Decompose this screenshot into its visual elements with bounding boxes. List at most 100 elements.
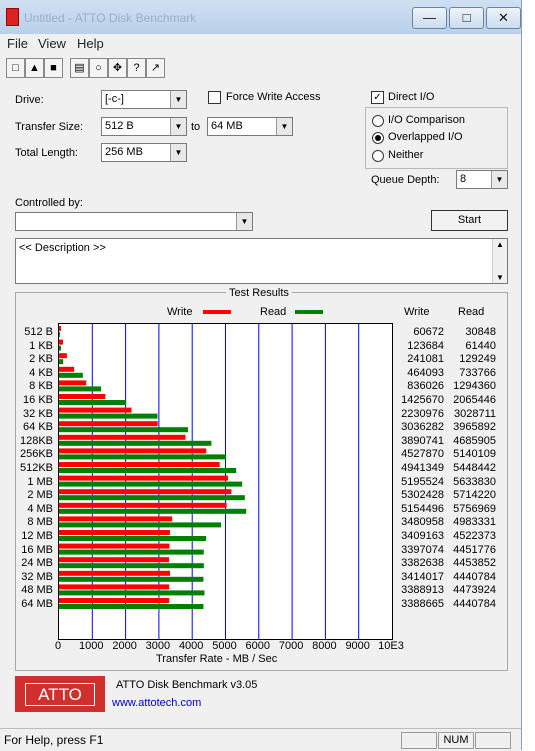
total-length-select[interactable]: 256 MB ▼ [101, 143, 187, 162]
read-bar [59, 495, 245, 501]
read-bar [59, 400, 127, 405]
read-value: 61440 [465, 339, 496, 352]
force-write-access-label: Force Write Access [226, 91, 321, 103]
minimize-icon: — [423, 10, 436, 25]
overlapped-io-label: Overlapped I/O [388, 131, 463, 143]
neither-radio[interactable] [372, 150, 384, 162]
write-value: 3397074 [401, 543, 444, 556]
category-label: 1 KB [29, 339, 53, 352]
help-icon[interactable]: ? [127, 58, 146, 78]
num-indicator: NUM [438, 732, 474, 749]
context-help-icon[interactable]: ↗ [146, 58, 165, 78]
minimize-button[interactable]: — [412, 7, 447, 29]
read-value: 5140109 [453, 448, 496, 461]
write-value: 836026 [407, 380, 444, 393]
description-box[interactable]: << Description >> ▲ ▼ [15, 238, 508, 284]
read-value: 4685905 [453, 434, 496, 447]
atto-logo-text: ATTO [25, 683, 95, 706]
test-results-title: Test Results [226, 287, 292, 299]
transfer-size-from-select[interactable]: 512 B ▼ [101, 117, 187, 136]
scroll-down-icon[interactable]: ▼ [496, 273, 504, 282]
menu-view[interactable]: View [38, 36, 66, 51]
write-legend-label: Write [167, 306, 193, 318]
write-value: 5154496 [401, 502, 444, 515]
read-value: 2065446 [453, 394, 496, 406]
read-bar [59, 536, 207, 541]
category-label: 4 KB [29, 366, 53, 379]
category-label: 48 MB [21, 584, 53, 597]
read-bar [59, 359, 64, 365]
write-bar [59, 339, 64, 345]
open-icon[interactable]: ▲ [25, 58, 44, 78]
read-value: 129249 [459, 353, 496, 366]
read-value: 4440784 [453, 598, 496, 610]
write-value: 60672 [413, 326, 444, 338]
save-icon[interactable]: ■ [44, 58, 63, 78]
read-value: 5756969 [453, 502, 496, 515]
io-comparison-radio[interactable] [372, 115, 384, 127]
maximize-button[interactable]: □ [449, 7, 484, 29]
queue-depth-select[interactable]: 8 ▼ [456, 170, 508, 189]
write-bar [59, 380, 87, 386]
category-label: 2 MB [27, 489, 53, 502]
read-bar [59, 576, 204, 582]
website-link[interactable]: www.attotech.com [112, 697, 201, 709]
write-value: 5302428 [401, 489, 444, 502]
category-label: 64 MB [21, 598, 53, 610]
status-bar: For Help, press F1 NUM [0, 728, 521, 751]
read-bar [59, 522, 222, 528]
category-label: 8 KB [29, 380, 53, 393]
category-label: 12 MB [21, 530, 53, 542]
menu-help[interactable]: Help [77, 36, 104, 51]
transfer-size-to-select[interactable]: 64 MB ▼ [207, 117, 293, 136]
maximize-icon: □ [462, 10, 471, 25]
read-bar [59, 468, 237, 473]
write-value: 3890741 [401, 434, 444, 447]
queue-depth-label: Queue Depth: [371, 174, 440, 186]
read-value: 4473924 [453, 584, 496, 597]
write-value: 123684 [407, 339, 444, 352]
read-value: 1294360 [453, 380, 496, 393]
force-write-access-checkbox[interactable] [208, 91, 221, 104]
main-window: Untitled - ATTO Disk Benchmark — □ ✕ Fil… [0, 0, 522, 751]
move-icon[interactable]: ✥ [108, 58, 127, 78]
category-label: 512KB [19, 462, 53, 474]
chevron-down-icon: ▼ [491, 171, 507, 188]
category-label: 32 KB [23, 407, 53, 420]
direct-io-checkbox[interactable]: ✓ [371, 91, 384, 104]
chevron-down-icon: ▼ [170, 144, 186, 161]
neither-label: Neither [388, 149, 424, 161]
category-label: 24 MB [21, 557, 53, 570]
menu-file[interactable]: File [7, 36, 28, 51]
close-button[interactable]: ✕ [486, 7, 521, 29]
read-value: 5633830 [453, 475, 496, 488]
print-preview-icon[interactable]: ○ [89, 58, 108, 78]
description-scrollbar[interactable]: ▲ ▼ [492, 239, 507, 283]
write-value: 3382638 [401, 557, 444, 570]
drive-select[interactable]: [-c-] ▼ [101, 90, 187, 109]
print-icon[interactable]: ▤ [70, 58, 89, 78]
category-label: 16 MB [21, 543, 53, 556]
status-cell-empty [401, 732, 437, 749]
write-value: 5195524 [401, 475, 444, 488]
read-bar [59, 440, 212, 446]
x-tick-label: 10E3 [378, 640, 404, 652]
queue-depth-value: 8 [460, 173, 467, 185]
read-value: 4983331 [453, 516, 496, 529]
status-help-text: For Help, press F1 [4, 733, 104, 747]
write-bar [59, 366, 75, 372]
total-length-label: Total Length: [15, 147, 78, 159]
write-value: 3414017 [401, 570, 444, 583]
write-bar [59, 489, 232, 495]
new-icon[interactable]: □ [6, 58, 25, 78]
start-button[interactable]: Start [431, 210, 508, 231]
to-label: to [191, 121, 201, 133]
chevron-down-icon: ▼ [276, 118, 292, 135]
overlapped-io-radio[interactable] [372, 132, 384, 144]
read-bar [59, 332, 61, 337]
scroll-up-icon[interactable]: ▲ [496, 240, 504, 249]
direct-io-label: Direct I/O [388, 91, 435, 103]
read-bar [59, 590, 205, 596]
read-bar [59, 508, 247, 514]
controlled-by-select[interactable]: ▼ [15, 212, 253, 231]
